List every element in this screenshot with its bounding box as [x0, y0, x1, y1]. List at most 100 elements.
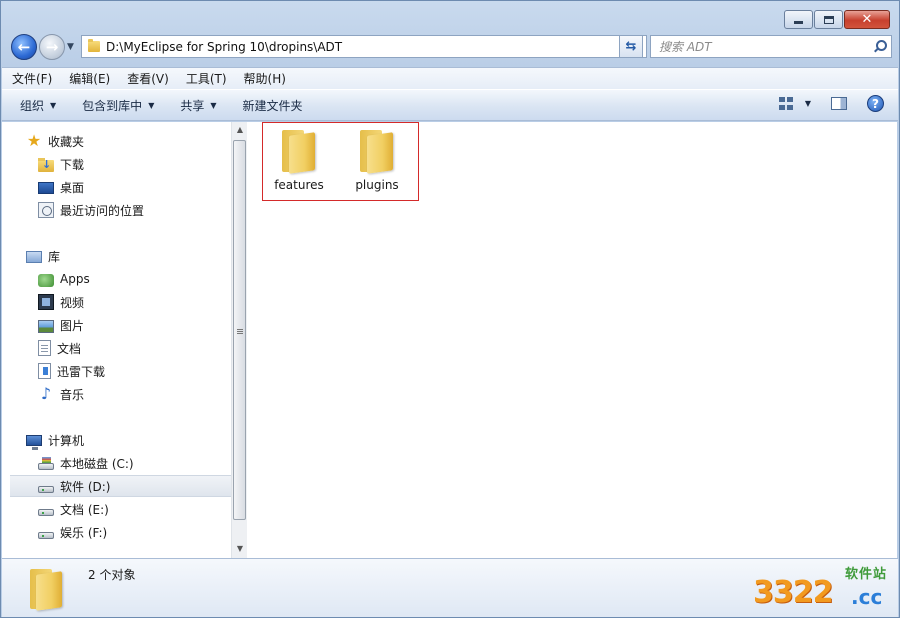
menu-file[interactable]: 文件(F) [12, 70, 52, 87]
sidebar-item-music[interactable]: ♪ 音乐 [38, 383, 231, 405]
drive-icon [38, 508, 54, 516]
menu-edit[interactable]: 编辑(E) [69, 70, 110, 87]
sidebar-item-downloads[interactable]: 下载 [38, 153, 231, 175]
search-icon[interactable] [871, 37, 891, 57]
sidebar-item-apps[interactable]: Apps [38, 268, 231, 290]
sidebar-item-label: 桌面 [60, 180, 85, 195]
folder-item[interactable]: plugins [341, 128, 413, 196]
sidebar-item-drive-c[interactable]: 本地磁盘 (C:) [38, 452, 231, 474]
recent-pages-dropdown[interactable]: ▼ [67, 42, 74, 52]
apps-icon [38, 273, 54, 287]
file-list: features plugins [247, 122, 897, 558]
new-folder-label: 新建文件夹 [242, 98, 303, 113]
menu-help[interactable]: 帮助(H) [244, 70, 286, 87]
scroll-down-icon[interactable]: ▼ [235, 544, 245, 553]
minimize-button[interactable] [784, 10, 813, 29]
address-path[interactable]: D:\MyEclipse for Spring 10\dropins\ADT [106, 40, 630, 54]
folder-icon [279, 128, 319, 174]
navigation-pane: ★ 收藏夹 下载 桌面 最近访问的位置 库 Apps 视频 图片 [2, 122, 231, 558]
folder-item[interactable]: features [263, 128, 335, 196]
music-note-icon: ♪ [40, 384, 52, 403]
recent-places-icon [38, 202, 54, 218]
sidebar-group-label: 库 [48, 249, 61, 264]
sidebar-item-label: 娱乐 (F:) [60, 525, 108, 540]
sidebar-item-documents[interactable]: 文档 [38, 337, 231, 359]
change-view-icon[interactable] [778, 97, 793, 110]
drive-icon [38, 485, 54, 493]
view-options-dropdown[interactable]: ▼ [805, 99, 811, 108]
sidebar-item-pictures[interactable]: 图片 [38, 314, 231, 336]
close-icon: ✕ [861, 12, 873, 27]
help-icon[interactable]: ? [867, 95, 884, 112]
maximize-button[interactable] [814, 10, 843, 29]
sidebar-item-drive-e[interactable]: 文档 (E:) [38, 498, 231, 520]
menu-bar: 文件(F) 编辑(E) 查看(V) 工具(T) 帮助(H) [2, 67, 898, 89]
sidebar-item-label: 软件 (D:) [60, 479, 111, 494]
folder-icon [88, 39, 100, 52]
include-in-library-button[interactable]: 包含到库中 ▼ [82, 97, 154, 114]
sidebar-group-label: 计算机 [48, 433, 85, 448]
include-in-library-label: 包含到库中 [82, 98, 143, 113]
drive-icon [38, 531, 54, 539]
explorer-window: ✕ ← → ▼ D:\MyEclipse for Spring 10\dropi… [0, 0, 900, 618]
scrollbar-thumb[interactable] [233, 140, 246, 520]
sidebar-item-drive-d[interactable]: 软件 (D:) [10, 475, 231, 497]
search-box[interactable]: 搜索 ADT [650, 35, 892, 58]
sidebar-item-drive-f[interactable]: 娱乐 (F:) [38, 521, 231, 543]
sidebar-item-label: 文档 [57, 341, 82, 356]
watermark-suffix: .cc [851, 585, 883, 609]
sidebar-group-label: 收藏夹 [48, 134, 85, 149]
forward-button[interactable]: → [39, 34, 65, 60]
downloads-folder-icon [38, 157, 54, 172]
navigation-scrollbar[interactable]: ▲ ▼ [231, 122, 247, 558]
sidebar-item-videos[interactable]: 视频 [38, 291, 231, 313]
chevron-down-icon: ▼ [148, 100, 155, 110]
scroll-up-icon[interactable]: ▲ [235, 125, 245, 134]
menu-view[interactable]: 查看(V) [127, 70, 169, 87]
video-icon [38, 294, 54, 310]
sidebar-item-thunder-downloads[interactable]: 迅雷下载 [38, 360, 231, 382]
sidebar-item-label: 迅雷下载 [57, 364, 106, 379]
new-folder-button[interactable]: 新建文件夹 [243, 97, 303, 114]
back-arrow-icon: ← [17, 38, 31, 56]
folder-icon [357, 128, 397, 174]
sidebar-item-label: Apps [60, 272, 90, 286]
organize-button[interactable]: 组织 ▼ [20, 97, 56, 114]
sidebar-item-label: 文档 (E:) [60, 502, 109, 517]
menu-tools[interactable]: 工具(T) [186, 70, 227, 87]
document-icon [38, 340, 51, 356]
search-input[interactable]: 搜索 ADT [659, 38, 871, 55]
watermark-subtitle: 软件站 [845, 567, 888, 582]
window-controls: ✕ [783, 10, 890, 29]
star-icon: ★ [26, 131, 42, 150]
preview-pane-icon[interactable] [831, 97, 847, 110]
close-button[interactable]: ✕ [844, 10, 890, 29]
sidebar-item-recent-places[interactable]: 最近访问的位置 [38, 199, 231, 221]
refresh-button[interactable]: ⇆ [619, 35, 643, 58]
watermark-main: 3322 [753, 575, 833, 610]
address-bar[interactable]: D:\MyEclipse for Spring 10\dropins\ADT ▼ [81, 35, 647, 58]
sidebar-group-favorites[interactable]: ★ 收藏夹 [26, 130, 231, 152]
back-button[interactable]: ← [11, 34, 37, 60]
folder-name: features [274, 178, 324, 192]
watermark-logo: 软件站 3322 .cc [753, 559, 893, 615]
view-controls: ▼ ? [778, 95, 884, 112]
share-label: 共享 [180, 98, 205, 113]
computer-icon [26, 435, 42, 450]
system-drive-icon [38, 456, 54, 470]
desktop-icon [38, 182, 54, 194]
refresh-icon: ⇆ [625, 39, 637, 54]
thunder-download-icon [38, 363, 51, 379]
organize-label: 组织 [20, 98, 45, 113]
share-button[interactable]: 共享 ▼ [180, 97, 216, 114]
sidebar-item-label: 下载 [60, 157, 85, 172]
maximize-icon [823, 15, 834, 24]
sidebar-item-desktop[interactable]: 桌面 [38, 176, 231, 198]
navigation-row: ← → ▼ D:\MyEclipse for Spring 10\dropins… [10, 33, 892, 61]
sidebar-group-computer[interactable]: 计算机 [26, 429, 231, 451]
sidebar-item-label: 视频 [60, 295, 85, 310]
picture-icon [38, 319, 54, 333]
sidebar-group-libraries[interactable]: 库 [26, 245, 231, 267]
chevron-down-icon: ▼ [210, 100, 217, 110]
folder-icon [28, 567, 68, 611]
